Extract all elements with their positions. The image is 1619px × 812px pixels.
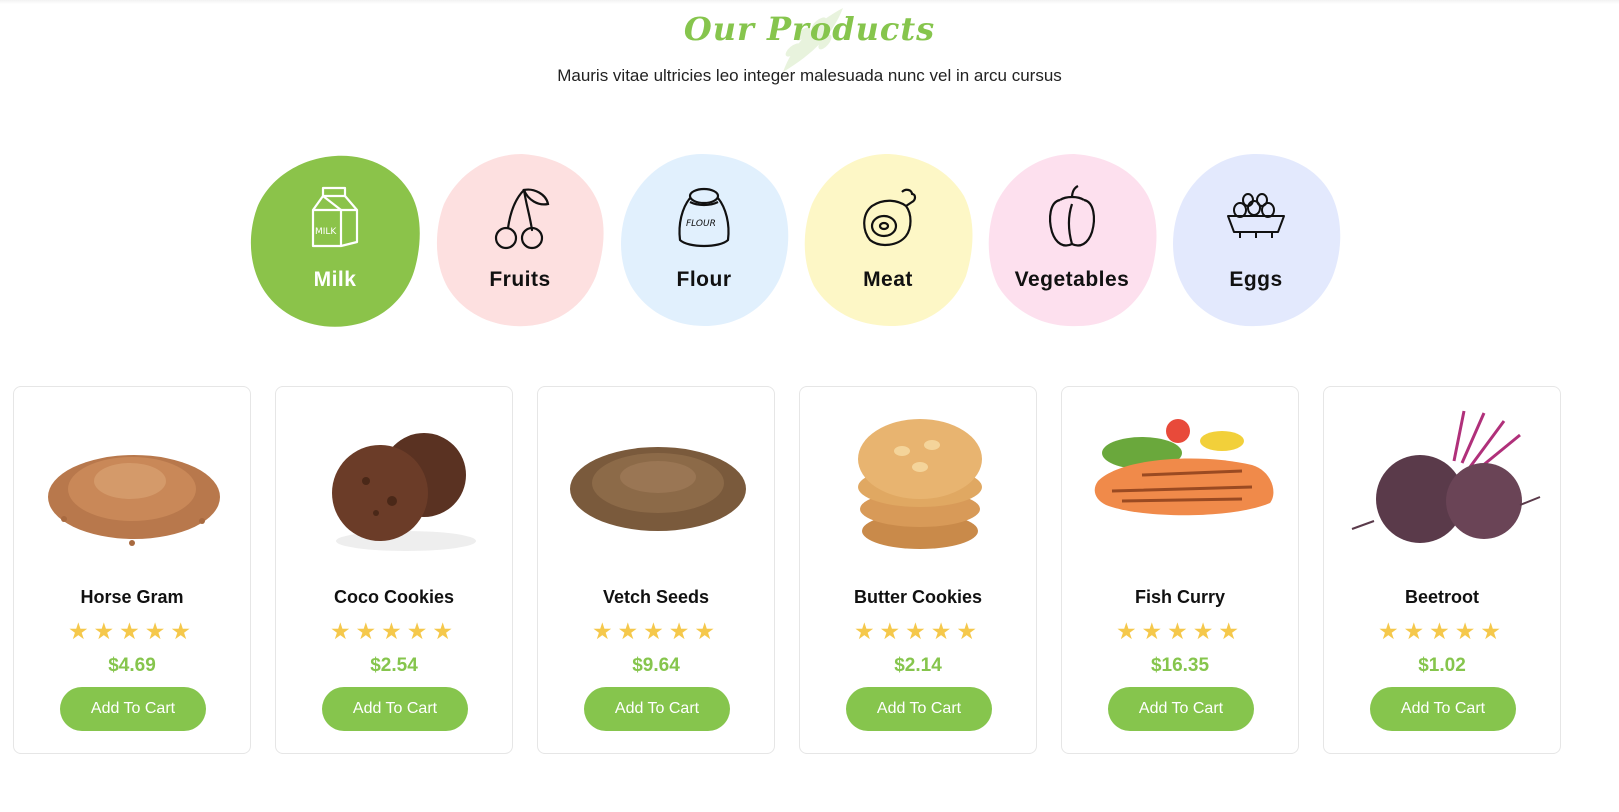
butter-cookies-image (858, 419, 982, 549)
rating-stars: ★★★★★ (1115, 619, 1245, 645)
image-shape (1200, 431, 1244, 451)
section-subtitle: Mauris vitae ultricies leo integer males… (557, 66, 1062, 85)
vetch-seeds-image (570, 447, 746, 531)
product-card[interactable]: Fish Curry ★★★★★ $16.35 Add To Cart (1061, 386, 1299, 754)
svg-text:FLOUR: FLOUR (686, 219, 716, 229)
add-to-cart-button[interactable]: Add To Cart (1370, 687, 1516, 731)
category-label: Flour (676, 268, 732, 291)
category-fruits[interactable]: Fruits (430, 150, 610, 330)
category-vegetables[interactable]: Vegetables (982, 150, 1162, 330)
product-price: $16.35 (1150, 655, 1210, 676)
flour-sack-icon: FLOUR (678, 187, 730, 248)
product-name: Horse Gram (80, 587, 184, 607)
rating-stars: ★★★★★ (67, 619, 197, 645)
product-card[interactable]: Vetch Seeds ★★★★★ $9.64 Add To Cart (537, 386, 775, 754)
category-flour[interactable]: FLOUR Flour (614, 150, 794, 330)
product-price: $2.14 (894, 655, 942, 676)
rating-stars: ★★★★★ (591, 619, 721, 645)
image-shape (912, 462, 928, 472)
product-card[interactable]: Beetroot ★★★★★ $1.02 Add To Cart (1323, 386, 1561, 754)
add-to-cart-button[interactable]: Add To Cart (584, 687, 730, 731)
category-meat[interactable]: Meat (798, 150, 978, 330)
product-name: Butter Cookies (853, 587, 983, 607)
egg-carton-icon (1227, 193, 1285, 238)
bell-pepper-icon (1049, 185, 1095, 247)
product-name: Beetroot (1404, 587, 1479, 607)
image-shape (199, 518, 205, 524)
category-eggs[interactable]: Eggs (1166, 150, 1346, 330)
category-label: Eggs (1229, 268, 1283, 291)
image-shape (129, 540, 135, 546)
image-shape (1166, 419, 1190, 443)
product-card[interactable]: Butter Cookies ★★★★★ $2.14 Add To Cart (799, 386, 1037, 754)
product-card[interactable]: Horse Gram ★★★★★ $4.69 Add To Cart (13, 386, 251, 754)
product-card[interactable]: Coco Cookies ★★★★★ $2.54 Add To Cart (275, 386, 513, 754)
image-shape (1446, 463, 1522, 539)
rating-stars: ★★★★★ (853, 619, 983, 645)
add-to-cart-button[interactable]: Add To Cart (60, 687, 206, 731)
coco-cookies-image (332, 433, 476, 551)
category-label: Vegetables (1014, 268, 1130, 291)
horse-gram-image (48, 455, 220, 546)
image-shape (94, 463, 166, 499)
image-shape (387, 496, 397, 506)
cherry-icon (494, 188, 550, 250)
product-list: Horse Gram ★★★★★ $4.69 Add To Cart Coco … (0, 386, 1619, 756)
product-name: Coco Cookies (333, 587, 455, 607)
add-to-cart-button[interactable]: Add To Cart (1108, 687, 1254, 731)
section-title: Our Products (683, 10, 936, 48)
product-price: $4.69 (108, 655, 156, 676)
add-to-cart-button[interactable]: Add To Cart (846, 687, 992, 731)
category-label: Meat (863, 268, 913, 291)
image-shape (362, 477, 370, 485)
rating-stars: ★★★★★ (329, 619, 459, 645)
image-shape (924, 440, 940, 450)
category-label: Fruits (489, 268, 551, 291)
ham-leg-icon (863, 188, 917, 246)
image-shape (332, 445, 428, 541)
milk-carton-icon: MILK (311, 186, 359, 248)
image-shape (61, 516, 67, 522)
category-label: Milk (313, 268, 357, 291)
category-milk[interactable]: MILK Milk (245, 150, 425, 330)
beetroot-image (1351, 410, 1541, 543)
image-shape (1452, 410, 1521, 473)
product-price: $2.54 (370, 655, 418, 676)
rating-stars: ★★★★★ (1377, 619, 1507, 645)
image-shape (858, 419, 982, 499)
image-shape (620, 461, 696, 493)
product-name: Fish Curry (1134, 587, 1226, 607)
product-price: $1.02 (1418, 655, 1466, 676)
image-shape (373, 510, 379, 516)
category-list: MILK Milk Fruits FLOUR Flour Meat Vegeta… (0, 150, 1619, 330)
image-shape (894, 446, 910, 456)
product-name: Vetch Seeds (602, 587, 710, 607)
svg-text:MILK: MILK (315, 227, 337, 237)
fish-curry-image (1094, 419, 1274, 516)
add-to-cart-button[interactable]: Add To Cart (322, 687, 468, 731)
product-price: $9.64 (632, 655, 680, 676)
